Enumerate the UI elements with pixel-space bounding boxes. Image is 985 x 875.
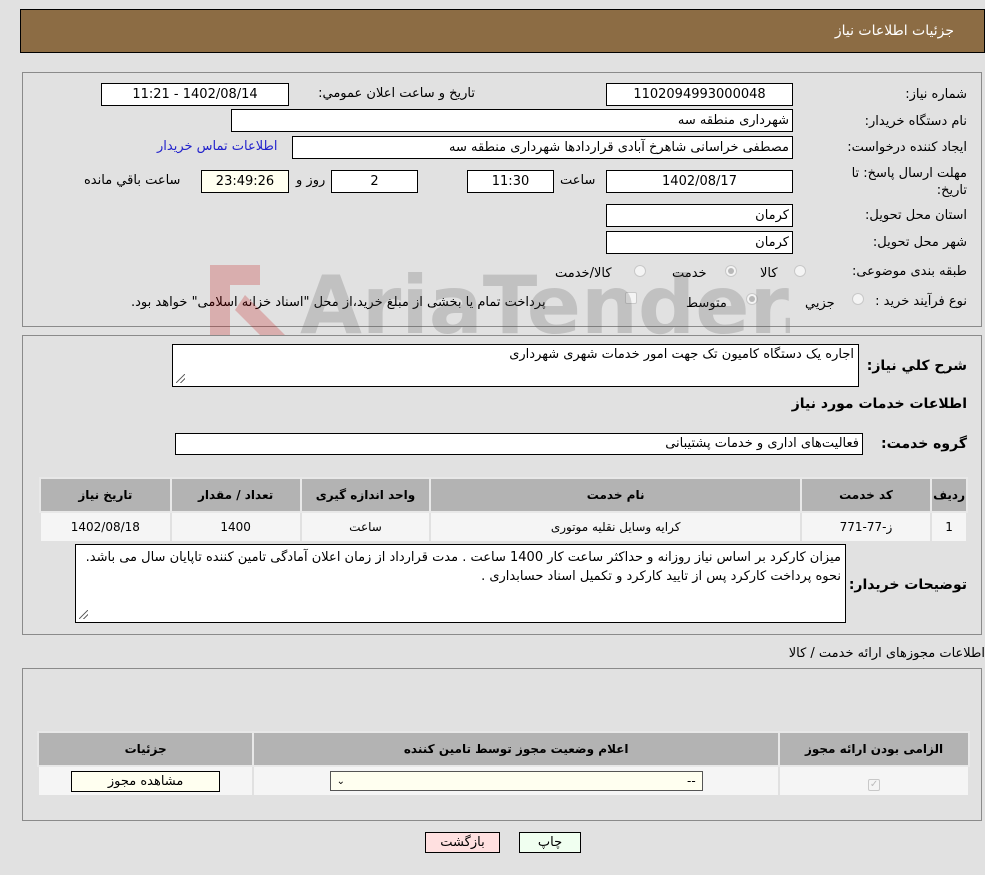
announce-field: 1402/08/14 - 11:21 — [101, 83, 289, 106]
deadline-label-line1: مهلت ارسال پاسخ: تا — [851, 166, 967, 181]
permits-table: الزامی بودن ارائه مجوز اعلام وضعیت مجوز … — [36, 731, 970, 797]
process-radio-minor[interactable] — [852, 293, 864, 305]
resize-handle-icon[interactable] — [79, 610, 88, 619]
table-row: ✓ -- ⌄ مشاهده مجوز — [36, 765, 970, 797]
permits-table-header: الزامی بودن ارائه مجوز اعلام وضعیت مجوز … — [36, 731, 970, 767]
cell-row-number: 1 — [930, 511, 968, 543]
permit-status-value: -- — [687, 774, 696, 788]
cell-service-name: کرایه وسایل نقلیه موتوری — [429, 511, 802, 543]
process-radio-medium[interactable] — [746, 293, 758, 305]
category-label: طبقه بندی موضوعی: — [851, 264, 967, 279]
process-label: نوع فرآیند خرید : — [875, 294, 967, 309]
col-row-number: ردیف — [930, 477, 968, 513]
col-need-date: تاریخ نیاز — [39, 477, 172, 513]
permits-section-title: اطلاعات مجوزهای ارائه خدمت / کالا — [788, 646, 985, 661]
buyer-org-field: شهرداری منطقه سه — [231, 109, 793, 132]
description-textarea[interactable]: اجاره یک دستگاه کامیون تک جهت امور خدمات… — [172, 344, 859, 387]
deadline-time-label: ساعت — [560, 173, 596, 188]
permit-required-checkbox: ✓ — [868, 778, 881, 791]
cell-unit: ساعت — [299, 511, 432, 543]
view-permit-button[interactable]: مشاهده مجوز — [71, 770, 221, 792]
announce-label: تاریخ و ساعت اعلان عمومي: — [318, 86, 475, 101]
description-text: اجاره یک دستگاه کامیون تک جهت امور خدمات… — [509, 347, 854, 362]
cell-service-code: ز-77-771 — [799, 511, 933, 543]
col-permit-required: الزامی بودن ارائه مجوز — [778, 731, 970, 767]
cell-need-date: 1402/08/18 — [39, 511, 172, 543]
services-section-title: اطلاعات خدمات مورد نیاز — [791, 396, 967, 412]
deadline-time-field: 11:30 — [467, 170, 554, 193]
page-title: جزئیات اطلاعات نیاز — [834, 23, 954, 39]
resize-handle-icon[interactable] — [176, 374, 185, 383]
back-button[interactable]: بازگشت — [425, 832, 500, 853]
category-label-goods-service: کالا/خدمت — [555, 266, 612, 281]
process-label-medium: متوسط — [686, 296, 727, 311]
deadline-label-line2: تاریخ: — [936, 183, 967, 198]
days-label: روز و — [296, 173, 326, 188]
table-row: 1 ز-77-771 کرایه وسایل نقلیه موتوری ساعت… — [39, 511, 968, 543]
creator-label: ایجاد کننده درخواست: — [847, 140, 967, 155]
cell-permit-details: مشاهده مجوز — [36, 765, 255, 797]
permit-status-select[interactable]: -- ⌄ — [329, 771, 703, 791]
category-radio-service[interactable] — [725, 265, 737, 277]
category-label-service: خدمت — [672, 266, 707, 281]
buyer-contact-link[interactable]: اطلاعات تماس خریدار — [157, 139, 277, 154]
province-field: کرمان — [606, 204, 793, 227]
chevron-down-icon: ⌄ — [336, 775, 346, 787]
creator-field: مصطفی خراسانی شاهرخ آبادی قراردادها شهرد… — [292, 136, 793, 159]
category-radio-goods[interactable] — [794, 265, 806, 277]
col-service-code: کد خدمت — [799, 477, 933, 513]
category-radio-goods-service[interactable] — [634, 265, 646, 277]
process-label-minor: جزيي — [805, 296, 835, 311]
services-table: ردیف کد خدمت نام خدمت واحد اندازه گیری ت… — [39, 477, 968, 543]
need-number-label: شماره نیاز: — [905, 87, 967, 102]
page-header: جزئیات اطلاعات نیاز — [20, 9, 985, 53]
remaining-time-field: 23:49:26 — [201, 170, 289, 193]
city-field: کرمان — [606, 231, 793, 254]
deadline-date-field: 1402/08/17 — [606, 170, 793, 193]
need-number-field: 1102094993000048 — [606, 83, 793, 106]
buyer-notes-text: میزان کارکرد بر اساس نیاز روزانه و حداکث… — [85, 550, 841, 584]
cell-permit-status: -- ⌄ — [252, 765, 781, 797]
print-button[interactable]: چاپ — [519, 832, 581, 853]
description-label: شرح کلي نياز: — [866, 358, 967, 374]
col-service-name: نام خدمت — [429, 477, 802, 513]
col-quantity: تعداد / مقدار — [169, 477, 302, 513]
deadline-label: مهلت ارسال پاسخ: تا تاریخ: — [852, 165, 967, 199]
days-remaining-field: 2 — [331, 170, 418, 193]
treasury-checkbox[interactable] — [625, 292, 637, 304]
buyer-notes-textarea[interactable]: میزان کارکرد بر اساس نیاز روزانه و حداکث… — [75, 544, 846, 623]
buyer-org-label: نام دستگاه خریدار: — [864, 114, 967, 129]
remaining-time-label: ساعت باقي مانده — [84, 173, 181, 188]
col-permit-status: اعلام وضعیت مجوز توسط تامین کننده — [252, 731, 781, 767]
treasury-note: پرداخت تمام یا بخشی از مبلغ خرید،از محل … — [131, 295, 546, 310]
cell-quantity: 1400 — [169, 511, 302, 543]
service-group-label: گروه خدمت: — [881, 436, 967, 452]
col-unit: واحد اندازه گیری — [299, 477, 432, 513]
services-table-header: ردیف کد خدمت نام خدمت واحد اندازه گیری ت… — [39, 477, 968, 513]
province-label: استان محل تحویل: — [865, 208, 967, 223]
service-group-field: فعالیت‌های اداری و خدمات پشتیبانی — [175, 433, 863, 455]
col-permit-details: جزئیات — [36, 731, 255, 767]
cell-permit-required: ✓ — [778, 765, 970, 797]
city-label: شهر محل تحویل: — [872, 235, 967, 250]
buyer-notes-label: توضیحات خریدار: — [848, 577, 967, 593]
category-label-goods: کالا — [760, 266, 778, 281]
